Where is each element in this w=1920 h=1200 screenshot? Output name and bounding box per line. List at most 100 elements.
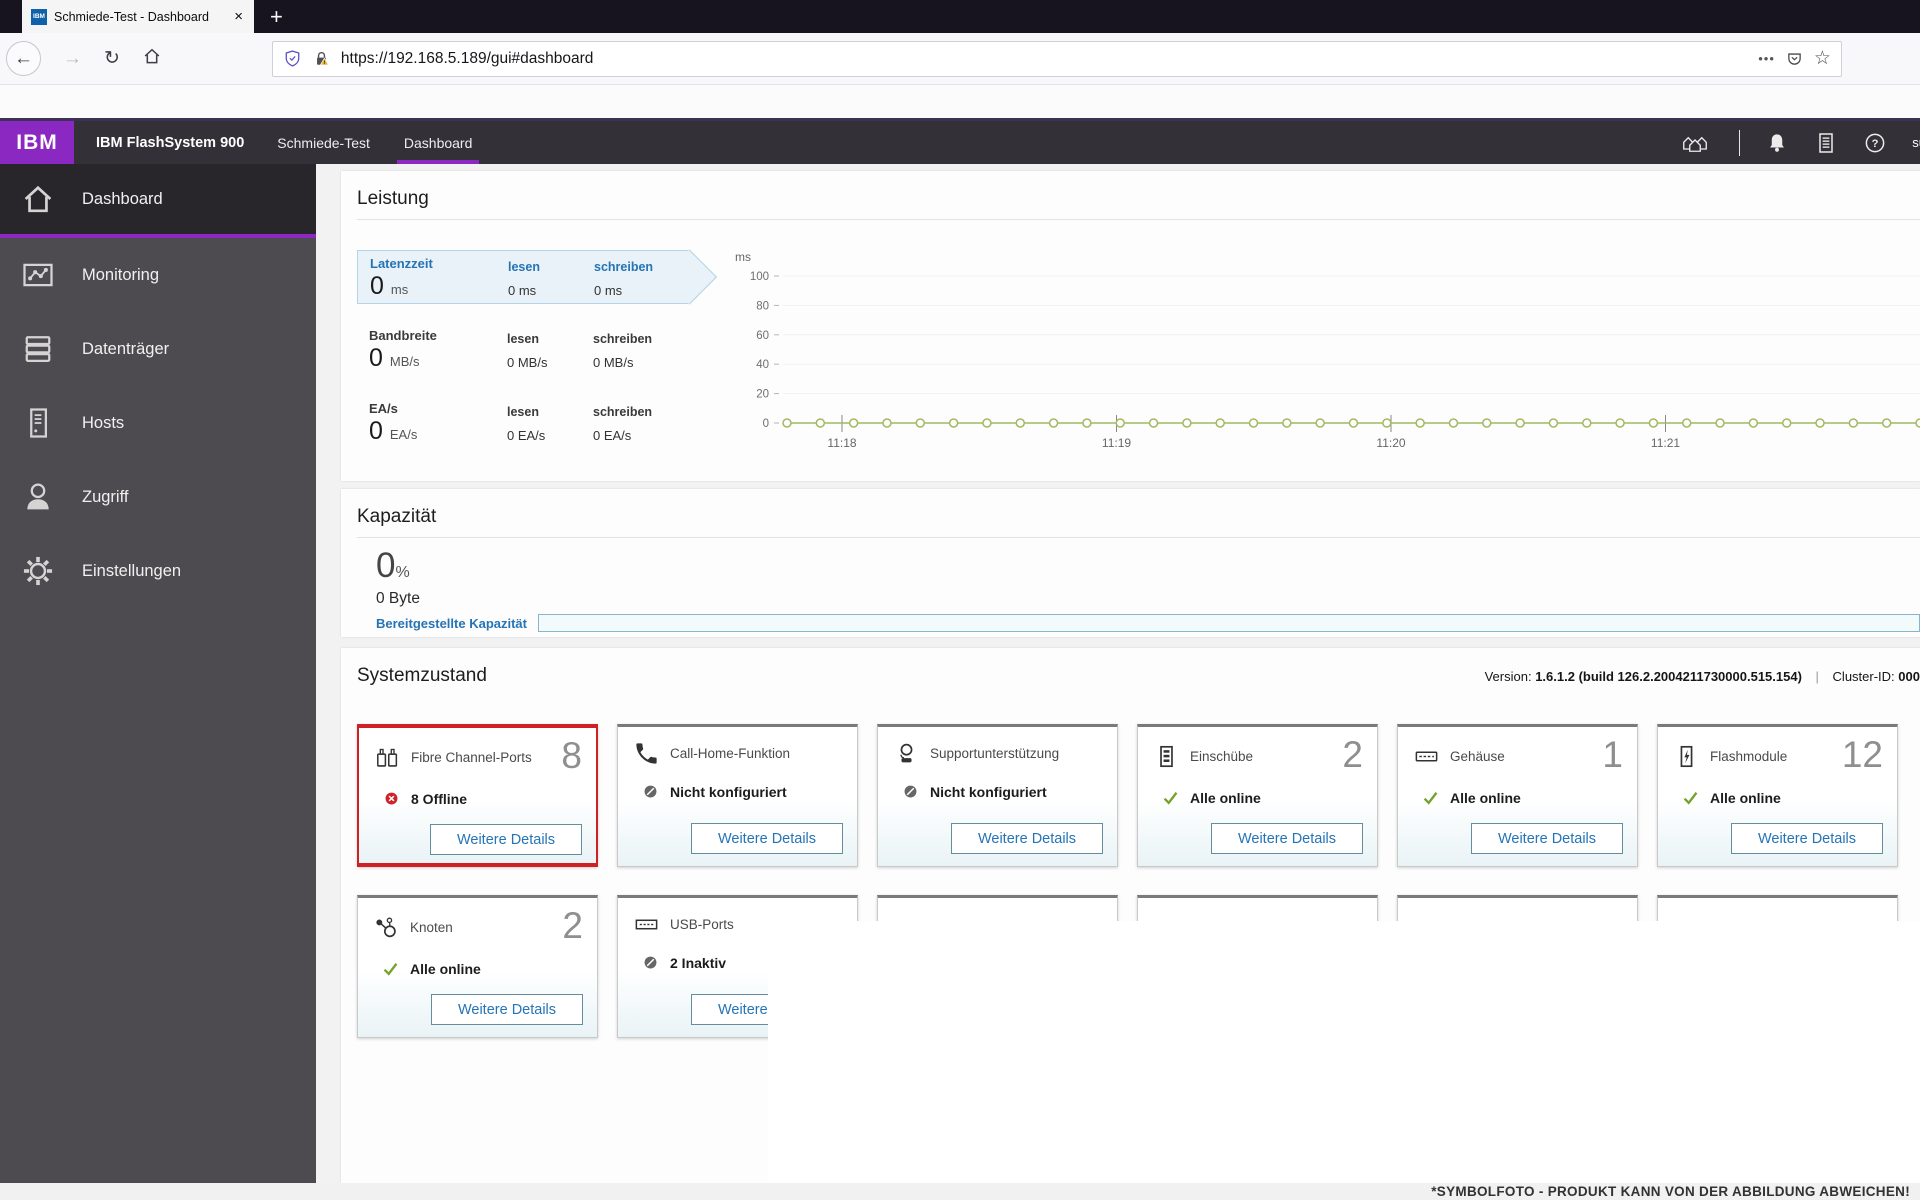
- details-button[interactable]: Weitere Details: [431, 994, 583, 1025]
- svg-text:ms: ms: [735, 250, 751, 264]
- white-overlay: [768, 921, 1920, 1183]
- status-cards-row-1: Fibre Channel-Ports 8 8 Offline Weitere Det…: [357, 724, 1920, 867]
- details-button[interactable]: Weitere Details: [1471, 823, 1623, 854]
- svg-text:11:20: 11:20: [1376, 436, 1405, 450]
- home-button[interactable]: [142, 46, 162, 72]
- home-icon: [20, 181, 56, 217]
- card-label: Call-Home-Funktion: [670, 746, 791, 761]
- nav-item-dashboard[interactable]: Dashboard: [387, 121, 490, 164]
- capacity-section: Kapazität 0% 0 Byte Bereitgestellte Kapa…: [341, 489, 1920, 637]
- performance-section: Leistung Latenzzeit 0 ms lesen 0 ms schreibe…: [341, 171, 1920, 481]
- status-disabled-icon: [641, 782, 660, 801]
- support-icon: [893, 740, 920, 767]
- status-text: 8 Offline: [411, 790, 468, 807]
- volumes-icon: [20, 331, 56, 367]
- sidebar-item-einstellungen[interactable]: Einstellungen: [0, 534, 316, 608]
- notifications-bell-icon[interactable]: [1765, 131, 1789, 155]
- performance-stats: Latenzzeit 0 ms lesen 0 ms schreiben 0 ms Band…: [357, 250, 689, 469]
- sidebar-item-zugriff[interactable]: Zugriff: [0, 460, 316, 534]
- svg-text:0: 0: [763, 418, 769, 430]
- cluster-id-value: 000: [1898, 669, 1920, 684]
- forward-button[interactable]: →: [63, 48, 82, 70]
- card-count: 12: [1841, 734, 1883, 775]
- browser-toolbar: ← → ↻ https://192.168.5.189/gui#dashboar…: [0, 33, 1920, 85]
- performance-row-bandbreite[interactable]: Bandbreite 0 MB/s lesen 0 MB/s schreiben 0 MB…: [357, 323, 689, 377]
- card-count: 2: [1342, 734, 1363, 775]
- svg-text:80: 80: [756, 300, 769, 312]
- capacity-percent: 0%: [376, 546, 410, 585]
- header-divider: [1739, 129, 1741, 156]
- details-button[interactable]: Weitere Details: [1731, 823, 1883, 854]
- details-button[interactable]: Weitere Details: [1211, 823, 1363, 854]
- status-ok-icon: [381, 959, 400, 978]
- latency-chart: ms 0 20 40 60 80 100 11:18 11:19 11:20 11:21: [725, 245, 1920, 457]
- new-tab-button[interactable]: +: [270, 0, 283, 33]
- status-text: Alle online: [1710, 789, 1781, 806]
- status-text: 2 Inaktiv: [670, 954, 727, 971]
- ibm-favicon: IBM: [31, 8, 47, 25]
- svg-text:11:18: 11:18: [827, 436, 856, 450]
- status-card-call-home-funktion: Call-Home-Funktion Nicht konfiguriert Weit…: [617, 724, 858, 867]
- url-bar[interactable]: https://192.168.5.189/gui#dashboard ••• …: [271, 40, 1842, 77]
- reload-button[interactable]: ↻: [104, 47, 120, 70]
- details-button[interactable]: Weitere Details: [430, 824, 582, 855]
- usb-icon: [633, 911, 660, 938]
- sidebar-item-datenträger[interactable]: Datenträger: [0, 312, 316, 386]
- page-actions-icon[interactable]: •••: [1758, 51, 1775, 66]
- back-button[interactable]: ←: [6, 41, 41, 76]
- card-label: Supportunterstützung: [930, 746, 1060, 761]
- status-text: Alle online: [1450, 789, 1521, 806]
- pocket-icon[interactable]: [1785, 49, 1804, 68]
- enclosure-icon: [1413, 743, 1440, 770]
- capacity-title: Kapazität: [357, 506, 437, 527]
- version-info: Version: 1.6.1.2 (build 126.2.2004211730…: [1484, 669, 1920, 684]
- tracking-protection-shield-icon[interactable]: [283, 49, 302, 68]
- phone-icon: [633, 740, 660, 767]
- card-count: 1: [1602, 734, 1623, 775]
- insecure-lock-warning-icon[interactable]: [312, 49, 331, 68]
- user-menu[interactable]: su: [1912, 135, 1920, 150]
- card-label: Knoten: [410, 920, 453, 935]
- status-card-supportunterst-tzung: Supportunterstützung Nicht konfiguriert We…: [877, 724, 1118, 867]
- svg-text:100: 100: [750, 271, 769, 283]
- flash-icon: [1673, 743, 1700, 770]
- section-divider: [357, 219, 1920, 220]
- app-header-actions: su: [1676, 121, 1920, 164]
- tab-close-icon[interactable]: ×: [232, 8, 245, 25]
- status-ok-icon: [1421, 788, 1440, 807]
- monitoring-icon: [20, 257, 56, 293]
- system-health-title: Systemzustand: [357, 665, 487, 686]
- event-log-icon[interactable]: [1814, 131, 1838, 155]
- help-icon[interactable]: [1863, 131, 1887, 155]
- product-title: IBM FlashSystem 900: [96, 134, 245, 151]
- nodes-icon: [373, 914, 400, 941]
- details-button[interactable]: Weitere Details: [691, 823, 843, 854]
- nav-item-schmiede-test[interactable]: Schmiede-Test: [260, 121, 387, 164]
- card-label: Fibre Channel-Ports: [411, 750, 532, 765]
- browser-tab[interactable]: IBM Schmiede-Test - Dashboard ×: [22, 0, 254, 33]
- sidebar-item-dashboard[interactable]: Dashboard: [0, 164, 316, 238]
- multi-system-icon[interactable]: [1676, 131, 1714, 155]
- provisioned-capacity-link[interactable]: Bereitgestellte Kapazität: [376, 616, 538, 631]
- performance-row-latenzzeit[interactable]: Latenzzeit 0 ms lesen 0 ms schreiben 0 ms: [357, 250, 689, 304]
- status-text: Alle online: [1190, 789, 1261, 806]
- bookmark-star-icon[interactable]: ☆: [1814, 47, 1831, 70]
- performance-row-eas[interactable]: EA/s 0 EA/s lesen 0 EA/s schreiben 0 EA/s: [357, 396, 689, 450]
- status-card-einsch-be: Einschübe 2 Alle online Weitere Details: [1137, 724, 1378, 867]
- svg-text:11:19: 11:19: [1102, 436, 1131, 450]
- card-count: 8: [561, 735, 582, 776]
- card-label: Flashmodule: [1710, 749, 1788, 764]
- details-button[interactable]: Weitere Details: [951, 823, 1103, 854]
- settings-icon: [20, 553, 56, 589]
- slots-icon: [1153, 743, 1180, 770]
- browser-tab-bar: IBM Schmiede-Test - Dashboard × +: [0, 0, 1920, 33]
- sidebar-item-hosts[interactable]: Hosts: [0, 386, 316, 460]
- performance-title: Leistung: [357, 188, 429, 209]
- status-error-icon: [382, 789, 401, 808]
- status-text: Nicht konfiguriert: [670, 783, 787, 800]
- url-text[interactable]: https://192.168.5.189/gui#dashboard: [341, 50, 1748, 68]
- card-label: Gehäuse: [1450, 749, 1505, 764]
- app-header: IBM IBM FlashSystem 900 Schmiede-Test Das…: [0, 118, 1920, 164]
- sidebar-item-monitoring[interactable]: Monitoring: [0, 238, 316, 312]
- ibm-logo: IBM: [0, 121, 74, 164]
